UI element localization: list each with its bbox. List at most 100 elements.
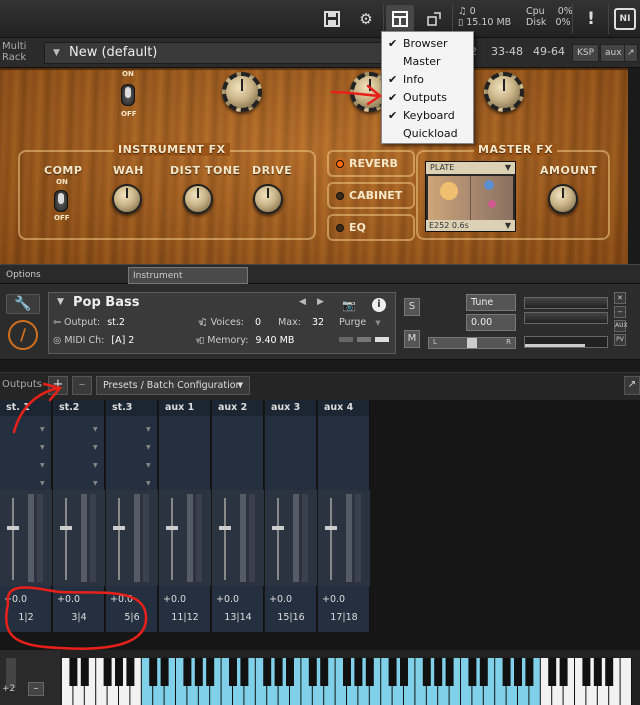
fader-track[interactable] — [277, 498, 279, 580]
black-key[interactable] — [400, 658, 408, 686]
piano-keyboard[interactable] — [62, 658, 632, 705]
black-key[interactable] — [388, 658, 397, 686]
fader-track[interactable] — [118, 498, 120, 580]
black-key[interactable] — [548, 658, 557, 686]
black-key[interactable] — [126, 658, 135, 686]
fader-track[interactable] — [171, 498, 173, 580]
rack-page-tab[interactable]: 49-64 — [533, 45, 565, 58]
channel-name[interactable]: aux 2 — [212, 400, 263, 416]
black-key[interactable] — [115, 658, 123, 686]
info-icon[interactable]: i — [369, 295, 389, 315]
black-key[interactable] — [274, 658, 283, 686]
black-key[interactable] — [593, 658, 602, 686]
fader-handle[interactable] — [272, 526, 284, 530]
channel-routing-dropdown[interactable]: ▼ — [40, 480, 46, 487]
channel-routing-dropdown[interactable]: ▼ — [146, 426, 152, 433]
fader-handle[interactable] — [113, 526, 125, 530]
black-key[interactable] — [194, 658, 203, 686]
channel-gain[interactable]: +0.0 — [163, 594, 186, 605]
channel-routing-dropdown[interactable]: ▼ — [146, 444, 152, 451]
black-key[interactable] — [354, 658, 363, 686]
volume-slider[interactable] — [524, 336, 608, 348]
fader-handle[interactable] — [166, 526, 178, 530]
cabinet-button[interactable]: CABINET — [327, 182, 415, 209]
channel-routing-dropdown[interactable]: ▼ — [40, 462, 46, 469]
comp-switch[interactable] — [54, 190, 68, 212]
black-key[interactable] — [80, 658, 89, 686]
pv-button[interactable]: PV — [614, 334, 626, 346]
gear-icon[interactable]: ⚙ — [352, 5, 380, 33]
fader-track[interactable] — [12, 498, 14, 580]
channel-name[interactable]: st.2 — [53, 400, 104, 416]
channel-name[interactable]: st. 1 — [0, 400, 51, 416]
view-menu-item-browser[interactable]: ✔ Browser — [382, 35, 473, 53]
black-key[interactable] — [468, 658, 477, 686]
drive-knob[interactable] — [253, 184, 283, 214]
power-switch[interactable] — [121, 84, 135, 106]
pan-handle[interactable] — [467, 338, 477, 348]
black-key[interactable] — [365, 658, 374, 686]
channel-routing-dropdown[interactable]: ▼ — [40, 444, 46, 451]
amp-knob[interactable] — [484, 72, 524, 112]
view-menu-item-outputs[interactable]: ✔ Outputs — [382, 89, 473, 107]
black-key[interactable] — [103, 658, 112, 686]
channel-output-assignment[interactable]: 13|14 — [212, 612, 264, 623]
presets-dropdown[interactable]: Presets / Batch Configuration ▼ — [96, 376, 250, 395]
remove-output-button[interactable]: – — [72, 376, 92, 395]
channel-gain[interactable]: +0.0 — [322, 594, 345, 605]
view-menu-item-quickload[interactable]: Quickload — [382, 125, 473, 143]
white-key[interactable] — [620, 658, 631, 705]
black-key[interactable] — [308, 658, 317, 686]
channel-gain[interactable]: +0.0 — [57, 594, 80, 605]
channel-gain[interactable]: +0.0 — [110, 594, 133, 605]
black-key[interactable] — [605, 658, 614, 686]
reverb-button[interactable]: REVERB — [327, 150, 415, 177]
black-key[interactable] — [286, 658, 294, 686]
tune-value[interactable]: 0.00 — [466, 314, 516, 331]
channel-name[interactable]: aux 1 — [159, 400, 210, 416]
close-icon[interactable]: ✕ — [614, 292, 626, 304]
mute-button[interactable]: M — [404, 330, 420, 348]
channel-gain[interactable]: +0.0 — [216, 594, 239, 605]
wrench-icon[interactable]: 🔧 — [6, 294, 40, 314]
channel-routing-dropdown[interactable]: ▼ — [93, 480, 99, 487]
chevron-left-icon[interactable]: ◀ — [299, 297, 306, 307]
black-key[interactable] — [479, 658, 488, 686]
black-key[interactable] — [240, 658, 249, 686]
purge-menu[interactable]: Purge ▼ — [339, 317, 381, 328]
amp-knob[interactable] — [222, 72, 262, 112]
black-key[interactable] — [206, 658, 215, 686]
fader-handle[interactable] — [60, 526, 72, 530]
max-value[interactable]: 32 — [312, 317, 324, 328]
pan-slider[interactable]: L R — [428, 337, 516, 349]
channel-gain[interactable]: +0.0 — [4, 594, 27, 605]
expand-icon[interactable]: ↗ — [624, 44, 638, 62]
rack-page-tab[interactable]: 33-48 — [491, 45, 523, 58]
minimize-icon[interactable]: − — [614, 306, 626, 318]
view-menu-item-master[interactable]: Master — [382, 53, 473, 71]
octave-down-button[interactable]: – — [28, 682, 44, 696]
channel-output-assignment[interactable]: 11|12 — [159, 612, 211, 623]
view-icon[interactable] — [386, 5, 414, 33]
channel-gain[interactable]: +0.0 — [269, 594, 292, 605]
instrument-tab[interactable]: Instrument — [128, 267, 248, 284]
fader-handle[interactable] — [325, 526, 337, 530]
reverb-preset-selector[interactable]: PLATE ▼ E252 0.6s ▼ — [425, 161, 516, 232]
resize-icon[interactable] — [420, 5, 448, 33]
black-key[interactable] — [183, 658, 192, 686]
black-key[interactable] — [343, 658, 351, 686]
fader-handle[interactable] — [7, 526, 19, 530]
chevron-down-icon[interactable]: ▼ — [57, 297, 64, 307]
amount-knob[interactable] — [548, 184, 578, 214]
wah-knob[interactable] — [112, 184, 142, 214]
chevron-right-icon[interactable]: ▶ — [317, 297, 324, 307]
channel-routing-dropdown[interactable]: ▼ — [93, 426, 99, 433]
black-key[interactable] — [69, 658, 78, 686]
channel-routing-dropdown[interactable]: ▼ — [146, 480, 152, 487]
channel-output-assignment[interactable]: 3|4 — [53, 612, 105, 623]
aux-button[interactable]: AUX — [614, 320, 628, 332]
fader-handle[interactable] — [219, 526, 231, 530]
add-output-button[interactable]: + — [48, 376, 68, 395]
black-key[interactable] — [559, 658, 568, 686]
black-key[interactable] — [229, 658, 237, 686]
